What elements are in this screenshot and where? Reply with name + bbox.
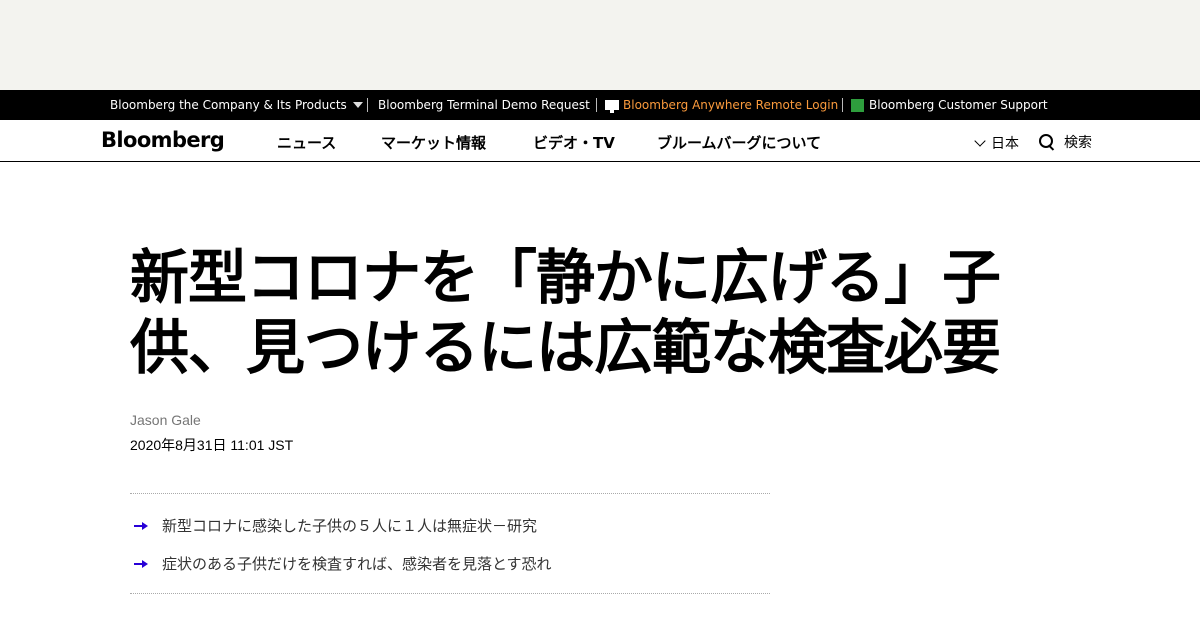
customer-support-link[interactable]: Bloomberg Customer Support <box>851 90 1048 120</box>
abstract-item: 症状のある子供だけを検査すれば、感染者を見落とす恐れ <box>130 553 552 574</box>
nav-about[interactable]: ブルームバーグについて <box>657 132 821 153</box>
divider <box>596 98 597 112</box>
search-button[interactable]: 検索 <box>1039 132 1092 152</box>
support-icon <box>851 98 864 112</box>
top-strip: Bloomberg the Company & Its Products Blo… <box>0 90 1200 120</box>
headline-line-1: 新型コロナを「静かに広げる」子 <box>130 243 1001 312</box>
headline-line-2: 供、見つけるには広範な検査必要 <box>130 313 1001 382</box>
language-selector[interactable]: 日本 <box>974 133 1019 153</box>
arrow-right-icon <box>134 521 148 531</box>
publish-timestamp: 2020年8月31日 11:01 JST <box>130 437 294 453</box>
main-nav: Bloomberg ニュース マーケット情報 ビデオ・TV ブルームバーグについ… <box>0 120 1200 162</box>
ad-area <box>0 0 1200 90</box>
nav-video-tv[interactable]: ビデオ・TV <box>533 132 615 153</box>
terminal-icon <box>605 100 619 113</box>
author-name[interactable]: Jason Gale <box>130 412 201 428</box>
anywhere-login-label: Bloomberg Anywhere Remote Login <box>623 98 839 112</box>
terminal-demo-link[interactable]: Bloomberg Terminal Demo Request <box>378 90 590 120</box>
nav-news[interactable]: ニュース <box>277 132 336 153</box>
nav-markets[interactable]: マーケット情報 <box>381 132 486 153</box>
language-label: 日本 <box>991 136 1019 152</box>
chevron-down-icon <box>974 135 986 147</box>
abstract-text: 症状のある子供だけを検査すれば、感染者を見落とす恐れ <box>162 555 552 573</box>
caret-down-icon <box>352 102 363 108</box>
abstract-item: 新型コロナに感染した子供の５人に１人は無症状－研究 <box>130 515 537 536</box>
abstract-text: 新型コロナに感染した子供の５人に１人は無症状－研究 <box>162 517 538 535</box>
bloomberg-logo[interactable]: Bloomberg <box>101 128 225 152</box>
arrow-right-icon <box>134 559 148 569</box>
article-abstract: 新型コロナに感染した子供の５人に１人は無症状－研究 症状のある子供だけを検査すれ… <box>130 493 770 594</box>
divider <box>842 98 843 112</box>
company-products-dropdown[interactable]: Bloomberg the Company & Its Products <box>110 90 363 120</box>
article-headline: 新型コロナを「静かに広げる」子 供、見つけるには広範な検査必要 <box>130 243 1090 383</box>
customer-support-label: Bloomberg Customer Support <box>869 98 1048 112</box>
terminal-demo-label: Bloomberg Terminal Demo Request <box>378 98 590 112</box>
anywhere-login-link[interactable]: Bloomberg Anywhere Remote Login <box>605 90 838 120</box>
company-products-label: Bloomberg the Company & Its Products <box>110 98 347 112</box>
divider <box>367 98 368 112</box>
search-icon <box>1039 133 1056 151</box>
search-label: 検索 <box>1064 135 1092 151</box>
